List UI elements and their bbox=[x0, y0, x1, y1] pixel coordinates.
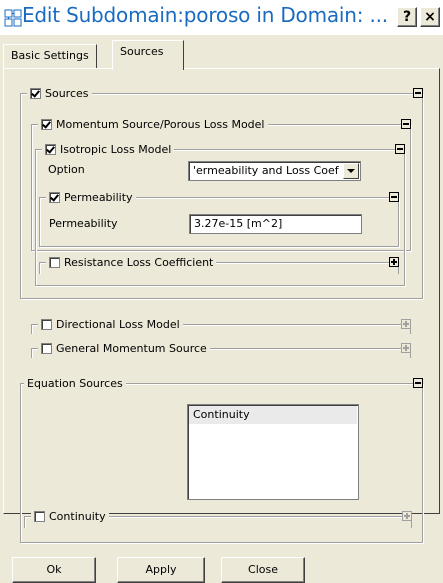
resistance-expand-icon[interactable] bbox=[389, 257, 399, 267]
dialog-body: Basic Settings Sources Sources Momentum … bbox=[0, 35, 443, 583]
list-item[interactable]: Continuity bbox=[189, 406, 357, 424]
permeability-checkbox[interactable] bbox=[49, 191, 60, 203]
general-momentum-expand-icon[interactable] bbox=[401, 343, 411, 353]
apply-button[interactable]: Apply bbox=[117, 557, 205, 583]
momentum-source-label: Momentum Source/Porous Loss Model bbox=[56, 117, 265, 131]
tab-basic-settings[interactable]: Basic Settings bbox=[3, 44, 97, 68]
permeability-collapse-icon[interactable] bbox=[389, 192, 399, 202]
close-button[interactable]: Close bbox=[221, 557, 305, 583]
resistance-loss-label: Resistance Loss Coefficient bbox=[64, 255, 214, 269]
directional-loss-label: Directional Loss Model bbox=[56, 317, 180, 331]
title-bar: Edit Subdomain:poroso in Domain: ... ? × bbox=[0, 0, 443, 35]
sources-legend: Sources bbox=[27, 86, 92, 100]
momentum-source-checkbox[interactable] bbox=[41, 118, 52, 130]
ok-button[interactable]: Ok bbox=[12, 557, 96, 583]
continuity-legend: Continuity bbox=[31, 509, 109, 523]
general-momentum-legend: General Momentum Source bbox=[38, 341, 210, 355]
momentum-legend: Momentum Source/Porous Loss Model bbox=[38, 117, 268, 131]
momentum-source-group: Momentum Source/Porous Loss Model Isotro… bbox=[31, 117, 411, 286]
option-label: Option bbox=[48, 163, 85, 176]
sources-checkbox[interactable] bbox=[30, 87, 41, 99]
isotropic-loss-checkbox[interactable] bbox=[45, 143, 56, 155]
equation-sources-list[interactable]: Continuity bbox=[187, 404, 359, 500]
equation-sources-legend: Equation Sources bbox=[24, 376, 126, 390]
close-window-button[interactable]: × bbox=[420, 7, 440, 27]
directional-legend: Directional Loss Model bbox=[38, 317, 183, 331]
general-momentum-checkbox[interactable] bbox=[41, 342, 52, 354]
option-select[interactable]: 'ermeability and Loss Coef bbox=[188, 161, 361, 181]
option-select-value: 'ermeability and Loss Coef bbox=[193, 164, 339, 177]
general-momentum-label: General Momentum Source bbox=[56, 341, 207, 355]
permeability-group: Permeability Permeability 3.27e-15 [m^2] bbox=[39, 190, 399, 247]
equation-sources-label: Equation Sources bbox=[27, 376, 123, 390]
permeability-input[interactable]: 3.27e-15 [m^2] bbox=[189, 214, 362, 234]
isotropic-loss-group: Isotropic Loss Model Option 'ermeability… bbox=[35, 142, 405, 286]
isotropic-collapse-icon[interactable] bbox=[395, 144, 405, 154]
continuity-label: Continuity bbox=[49, 509, 106, 523]
directional-expand-icon[interactable] bbox=[401, 319, 411, 329]
tab-sources[interactable]: Sources bbox=[112, 40, 184, 70]
chevron-down-icon[interactable] bbox=[343, 163, 359, 179]
resistance-loss-group: Resistance Loss Coefficient bbox=[39, 255, 399, 274]
sources-tab-panel: Sources Momentum Source/Porous Loss Mode… bbox=[3, 68, 440, 543]
general-momentum-group: General Momentum Source bbox=[31, 341, 411, 358]
continuity-group: Continuity bbox=[24, 509, 412, 528]
continuity-expand-icon[interactable] bbox=[402, 511, 412, 521]
equation-sources-collapse-icon[interactable] bbox=[413, 378, 423, 388]
isotropic-legend: Isotropic Loss Model bbox=[42, 142, 175, 156]
help-button[interactable]: ? bbox=[397, 7, 417, 27]
window-title: Edit Subdomain:poroso in Domain: ... bbox=[22, 3, 388, 27]
resistance-loss-checkbox[interactable] bbox=[49, 256, 60, 268]
resistance-legend: Resistance Loss Coefficient bbox=[46, 255, 217, 269]
permeability-field-label: Permeability bbox=[49, 217, 118, 230]
directional-loss-group: Directional Loss Model bbox=[31, 317, 411, 334]
sources-collapse-icon[interactable] bbox=[413, 88, 423, 98]
isotropic-loss-label: Isotropic Loss Model bbox=[60, 142, 172, 156]
momentum-collapse-icon[interactable] bbox=[401, 119, 411, 129]
continuity-checkbox[interactable] bbox=[34, 510, 45, 522]
app-icon bbox=[4, 9, 22, 27]
permeability-legend: Permeability bbox=[46, 190, 136, 204]
directional-loss-checkbox[interactable] bbox=[41, 318, 52, 330]
equation-sources-group: Equation Sources Continuity Continuity bbox=[20, 376, 423, 543]
sources-group: Sources Momentum Source/Porous Loss Mode… bbox=[20, 86, 423, 299]
permeability-group-label: Permeability bbox=[64, 190, 133, 204]
sources-label: Sources bbox=[45, 86, 89, 100]
